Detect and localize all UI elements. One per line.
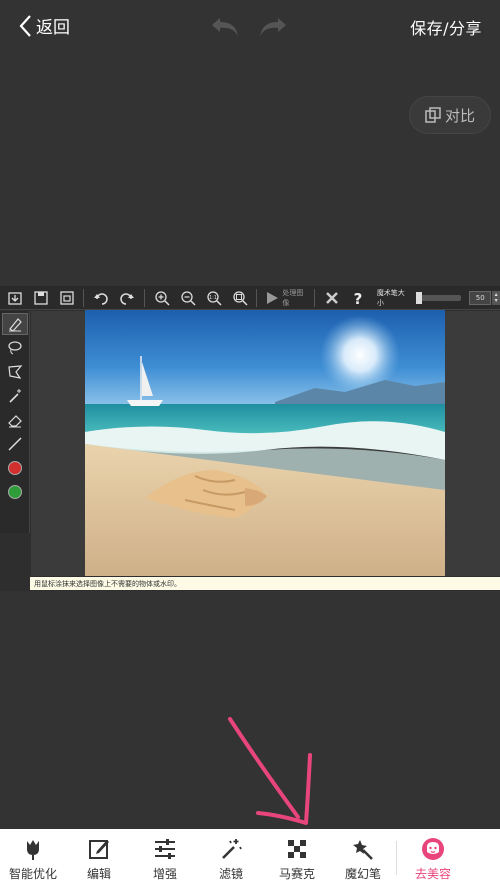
tulip-icon: [27, 840, 39, 860]
toolbar-divider: [144, 288, 146, 307]
nav-magic-pen[interactable]: 魔幻笔: [330, 829, 396, 889]
toolbar-divider: [314, 288, 316, 307]
nav-label: 魔幻笔: [344, 867, 381, 881]
redo-arc-icon[interactable]: [114, 287, 140, 309]
line-tool-icon[interactable]: [2, 433, 28, 455]
compare-icon: [425, 107, 441, 123]
top-bar: 返回 保存/分享: [0, 0, 500, 54]
polygon-lasso-icon[interactable]: [2, 361, 28, 383]
magic-wand-tool-icon[interactable]: [2, 385, 28, 407]
magic-wand-icon: [222, 839, 242, 859]
nav-edit[interactable]: 编辑: [66, 829, 132, 889]
nav-label: 马赛克: [278, 867, 315, 881]
nav-label: 滤镜: [218, 867, 243, 881]
lasso-tool-icon[interactable]: [2, 337, 28, 359]
beach-photo[interactable]: [85, 310, 445, 576]
compare-button[interactable]: 对比: [409, 96, 491, 134]
magic-pen-icon: [353, 840, 373, 860]
beauty-face-icon: [422, 838, 444, 860]
back-button[interactable]: 返回: [18, 13, 70, 38]
green-color-swatch[interactable]: [2, 481, 28, 503]
save-as-icon[interactable]: [54, 287, 80, 309]
red-color-swatch[interactable]: [2, 457, 28, 479]
process-image-label: 处理图像: [282, 288, 304, 307]
nav-label: 智能优化: [8, 867, 57, 881]
svg-text:1:1: 1:1: [209, 295, 217, 301]
nav-label: 增强: [152, 867, 177, 881]
brush-size-input[interactable]: 50: [469, 290, 492, 305]
sliders-icon: [155, 839, 175, 859]
editor-side-tools: [0, 311, 30, 533]
toolbar-divider: [256, 288, 258, 307]
clear-x-icon[interactable]: [319, 287, 345, 309]
svg-text:?: ?: [354, 290, 363, 306]
brush-size-stepper[interactable]: ▴ ▾: [492, 290, 500, 305]
mosaic-icon: [288, 840, 306, 858]
zoom-actual-icon[interactable]: 1:1: [201, 287, 227, 309]
open-file-icon[interactable]: [2, 287, 28, 309]
zoom-fit-icon[interactable]: [227, 287, 253, 309]
chevron-left-icon: [19, 14, 31, 37]
brush-size-label: 魔术笔大小: [376, 288, 405, 307]
eraser-tool-icon[interactable]: [2, 409, 28, 431]
zoom-in-icon[interactable]: [149, 287, 175, 309]
help-icon[interactable]: ?: [345, 287, 371, 309]
edit-icon: [89, 840, 109, 859]
nav-beauty[interactable]: 去美容: [397, 829, 469, 889]
undo-arc-icon[interactable]: [88, 287, 114, 309]
back-label: 返回: [36, 18, 70, 38]
compare-label: 对比: [444, 106, 475, 125]
editor-hint-bar: 用鼠标涂抹来选择图像上不需要的物体或水印。: [30, 577, 500, 590]
save-share-button[interactable]: 保存/分享: [410, 15, 482, 39]
nav-label: 去美容: [414, 867, 451, 881]
redo-icon[interactable]: [258, 14, 288, 40]
marker-tool-icon[interactable]: [2, 313, 28, 335]
red-arrow-annotation: [228, 717, 312, 825]
undo-redo-group: [210, 14, 288, 40]
bottom-nav: 智能优化 编辑 增强 滤镜 马赛克 魔幻笔 去美容: [0, 829, 500, 889]
nav-enhance[interactable]: 增强: [132, 829, 198, 889]
toolbar-divider: [83, 288, 85, 307]
save-disk-icon[interactable]: [28, 287, 54, 309]
slider-knob[interactable]: [415, 291, 422, 304]
nav-filter[interactable]: 滤镜: [198, 829, 264, 889]
nav-mosaic[interactable]: 马赛克: [264, 829, 330, 889]
zoom-out-icon[interactable]: [175, 287, 201, 309]
nav-smart-optimize[interactable]: 智能优化: [0, 829, 66, 889]
editor-toolbar: 1:1 处理图像 ? 魔术笔大小 50 ▴ ▾: [0, 286, 500, 310]
nav-label: 编辑: [86, 867, 111, 881]
undo-icon[interactable]: [210, 14, 240, 40]
brush-size-slider[interactable]: [415, 291, 462, 304]
play-icon: [267, 291, 279, 304]
process-image-button[interactable]: 处理图像: [265, 288, 310, 308]
